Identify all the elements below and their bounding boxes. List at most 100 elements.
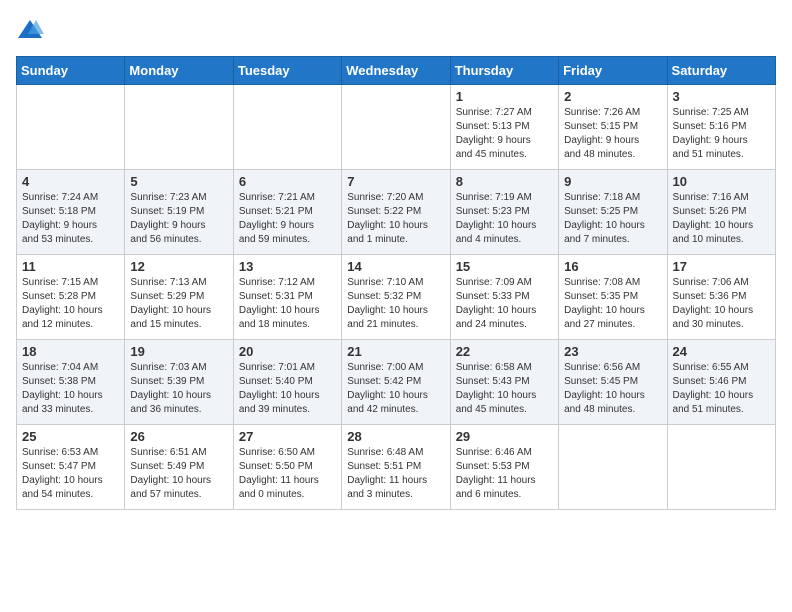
calendar-cell: 6 Sunrise: 7:21 AMSunset: 5:21 PMDaylight… — [233, 170, 341, 255]
calendar-cell: 18 Sunrise: 7:04 AMSunset: 5:38 PMDayligh… — [17, 340, 125, 425]
calendar-cell: 7 Sunrise: 7:20 AMSunset: 5:22 PMDaylight… — [342, 170, 450, 255]
day-info: Sunrise: 7:04 AMSunset: 5:38 PMDaylight:… — [22, 361, 119, 417]
day-info: Sunrise: 6:56 AMSunset: 5:45 PMDaylight:… — [564, 361, 661, 417]
day-number: 1 — [456, 89, 553, 104]
calendar-cell: 24Sunrise: 6:55 AMSunset: 5:46 PMDayligh… — [667, 340, 775, 425]
calendar-cell: 15 Sunrise: 7:09 AMSunset: 5:33 PMDayligh… — [450, 255, 558, 340]
calendar-cell: 4 Sunrise: 7:24 AMSunset: 5:18 PMDaylight… — [17, 170, 125, 255]
calendar-header-saturday: Saturday — [667, 57, 775, 85]
day-info: Sunrise: 7:16 AMSunset: 5:26 PMDaylight:… — [673, 191, 770, 247]
day-number: 7 — [347, 174, 444, 189]
day-number: 5 — [130, 174, 227, 189]
calendar-cell: 17 Sunrise: 7:06 AMSunset: 5:36 PMDayligh… — [667, 255, 775, 340]
day-info: Sunrise: 7:27 AMSunset: 5:13 PMDaylight:… — [456, 106, 553, 162]
calendar-header-thursday: Thursday — [450, 57, 558, 85]
calendar-cell: 8Sunrise: 7:19 AMSunset: 5:23 PMDaylight… — [450, 170, 558, 255]
day-info: Sunrise: 7:09 AMSunset: 5:33 PMDaylight:… — [456, 276, 553, 332]
day-number: 25 — [22, 429, 119, 444]
day-number: 4 — [22, 174, 119, 189]
calendar-cell — [17, 85, 125, 170]
day-number: 17 — [673, 259, 770, 274]
day-info: Sunrise: 7:21 AMSunset: 5:21 PMDaylight:… — [239, 191, 336, 247]
day-info: Sunrise: 7:13 AMSunset: 5:29 PMDaylight:… — [130, 276, 227, 332]
day-number: 18 — [22, 344, 119, 359]
calendar-cell: 28 Sunrise: 6:48 AMSunset: 5:51 PMDayligh… — [342, 425, 450, 510]
day-info: Sunrise: 7:24 AMSunset: 5:18 PMDaylight:… — [22, 191, 119, 247]
day-info: Sunrise: 7:00 AMSunset: 5:42 PMDaylight:… — [347, 361, 444, 417]
calendar-header-monday: Monday — [125, 57, 233, 85]
day-number: 20 — [239, 344, 336, 359]
day-number: 15 — [456, 259, 553, 274]
day-info: Sunrise: 6:53 AMSunset: 5:47 PMDaylight:… — [22, 446, 119, 502]
calendar-cell: 16Sunrise: 7:08 AMSunset: 5:35 PMDayligh… — [559, 255, 667, 340]
day-info: Sunrise: 7:23 AMSunset: 5:19 PMDaylight:… — [130, 191, 227, 247]
day-number: 23 — [564, 344, 661, 359]
day-info: Sunrise: 7:03 AMSunset: 5:39 PMDaylight:… — [130, 361, 227, 417]
calendar-cell: 12 Sunrise: 7:13 AMSunset: 5:29 PMDayligh… — [125, 255, 233, 340]
day-number: 13 — [239, 259, 336, 274]
day-number: 29 — [456, 429, 553, 444]
calendar-week-4: 18 Sunrise: 7:04 AMSunset: 5:38 PMDayligh… — [17, 340, 776, 425]
day-number: 19 — [130, 344, 227, 359]
calendar-week-5: 25 Sunrise: 6:53 AMSunset: 5:47 PMDayligh… — [17, 425, 776, 510]
calendar-cell: 3Sunrise: 7:25 AMSunset: 5:16 PMDaylight… — [667, 85, 775, 170]
day-number: 26 — [130, 429, 227, 444]
calendar-cell: 29 Sunrise: 6:46 AMSunset: 5:53 PMDayligh… — [450, 425, 558, 510]
calendar-cell — [559, 425, 667, 510]
day-info: Sunrise: 7:18 AMSunset: 5:25 PMDaylight:… — [564, 191, 661, 247]
day-info: Sunrise: 7:08 AMSunset: 5:35 PMDaylight:… — [564, 276, 661, 332]
calendar-cell: 1 Sunrise: 7:27 AMSunset: 5:13 PMDaylight… — [450, 85, 558, 170]
logo — [16, 16, 48, 44]
calendar-cell: 26Sunrise: 6:51 AMSunset: 5:49 PMDayligh… — [125, 425, 233, 510]
calendar-cell: 21 Sunrise: 7:00 AMSunset: 5:42 PMDayligh… — [342, 340, 450, 425]
calendar-cell: 22 Sunrise: 6:58 AMSunset: 5:43 PMDayligh… — [450, 340, 558, 425]
day-info: Sunrise: 7:25 AMSunset: 5:16 PMDaylight:… — [673, 106, 770, 162]
calendar-cell — [667, 425, 775, 510]
day-number: 14 — [347, 259, 444, 274]
calendar-cell: 9 Sunrise: 7:18 AMSunset: 5:25 PMDaylight… — [559, 170, 667, 255]
day-info: Sunrise: 6:46 AMSunset: 5:53 PMDaylight:… — [456, 446, 553, 502]
day-number: 28 — [347, 429, 444, 444]
day-info: Sunrise: 7:10 AMSunset: 5:32 PMDaylight:… — [347, 276, 444, 332]
calendar-week-1: 1 Sunrise: 7:27 AMSunset: 5:13 PMDaylight… — [17, 85, 776, 170]
logo-icon — [16, 16, 44, 44]
day-info: Sunrise: 7:01 AMSunset: 5:40 PMDaylight:… — [239, 361, 336, 417]
calendar-cell: 11 Sunrise: 7:15 AMSunset: 5:28 PMDayligh… — [17, 255, 125, 340]
day-info: Sunrise: 7:06 AMSunset: 5:36 PMDaylight:… — [673, 276, 770, 332]
day-info: Sunrise: 6:58 AMSunset: 5:43 PMDaylight:… — [456, 361, 553, 417]
day-number: 22 — [456, 344, 553, 359]
day-info: Sunrise: 7:15 AMSunset: 5:28 PMDaylight:… — [22, 276, 119, 332]
calendar-cell: 2 Sunrise: 7:26 AMSunset: 5:15 PMDaylight… — [559, 85, 667, 170]
day-number: 12 — [130, 259, 227, 274]
calendar-cell: 25 Sunrise: 6:53 AMSunset: 5:47 PMDayligh… — [17, 425, 125, 510]
calendar-cell — [342, 85, 450, 170]
day-number: 9 — [564, 174, 661, 189]
calendar-cell: 13 Sunrise: 7:12 AMSunset: 5:31 PMDayligh… — [233, 255, 341, 340]
calendar-week-2: 4 Sunrise: 7:24 AMSunset: 5:18 PMDaylight… — [17, 170, 776, 255]
calendar-cell — [233, 85, 341, 170]
day-number: 2 — [564, 89, 661, 104]
header — [16, 16, 776, 44]
calendar-cell: 23 Sunrise: 6:56 AMSunset: 5:45 PMDayligh… — [559, 340, 667, 425]
day-info: Sunrise: 7:19 AMSunset: 5:23 PMDaylight:… — [456, 191, 553, 247]
calendar-cell: 5 Sunrise: 7:23 AMSunset: 5:19 PMDaylight… — [125, 170, 233, 255]
calendar-cell — [125, 85, 233, 170]
calendar-table: SundayMondayTuesdayWednesdayThursdayFrid… — [16, 56, 776, 510]
calendar-cell: 27Sunrise: 6:50 AMSunset: 5:50 PMDayligh… — [233, 425, 341, 510]
day-info: Sunrise: 7:12 AMSunset: 5:31 PMDaylight:… — [239, 276, 336, 332]
day-number: 6 — [239, 174, 336, 189]
day-info: Sunrise: 7:20 AMSunset: 5:22 PMDaylight:… — [347, 191, 444, 247]
calendar-header-tuesday: Tuesday — [233, 57, 341, 85]
calendar-cell: 20 Sunrise: 7:01 AMSunset: 5:40 PMDayligh… — [233, 340, 341, 425]
day-info: Sunrise: 7:26 AMSunset: 5:15 PMDaylight:… — [564, 106, 661, 162]
calendar-header-friday: Friday — [559, 57, 667, 85]
day-number: 11 — [22, 259, 119, 274]
day-number: 10 — [673, 174, 770, 189]
calendar-cell: 14 Sunrise: 7:10 AMSunset: 5:32 PMDayligh… — [342, 255, 450, 340]
calendar-week-3: 11 Sunrise: 7:15 AMSunset: 5:28 PMDayligh… — [17, 255, 776, 340]
calendar-header-row: SundayMondayTuesdayWednesdayThursdayFrid… — [17, 57, 776, 85]
day-number: 21 — [347, 344, 444, 359]
day-number: 24 — [673, 344, 770, 359]
day-info: Sunrise: 6:48 AMSunset: 5:51 PMDaylight:… — [347, 446, 444, 502]
calendar-cell: 10 Sunrise: 7:16 AMSunset: 5:26 PMDayligh… — [667, 170, 775, 255]
